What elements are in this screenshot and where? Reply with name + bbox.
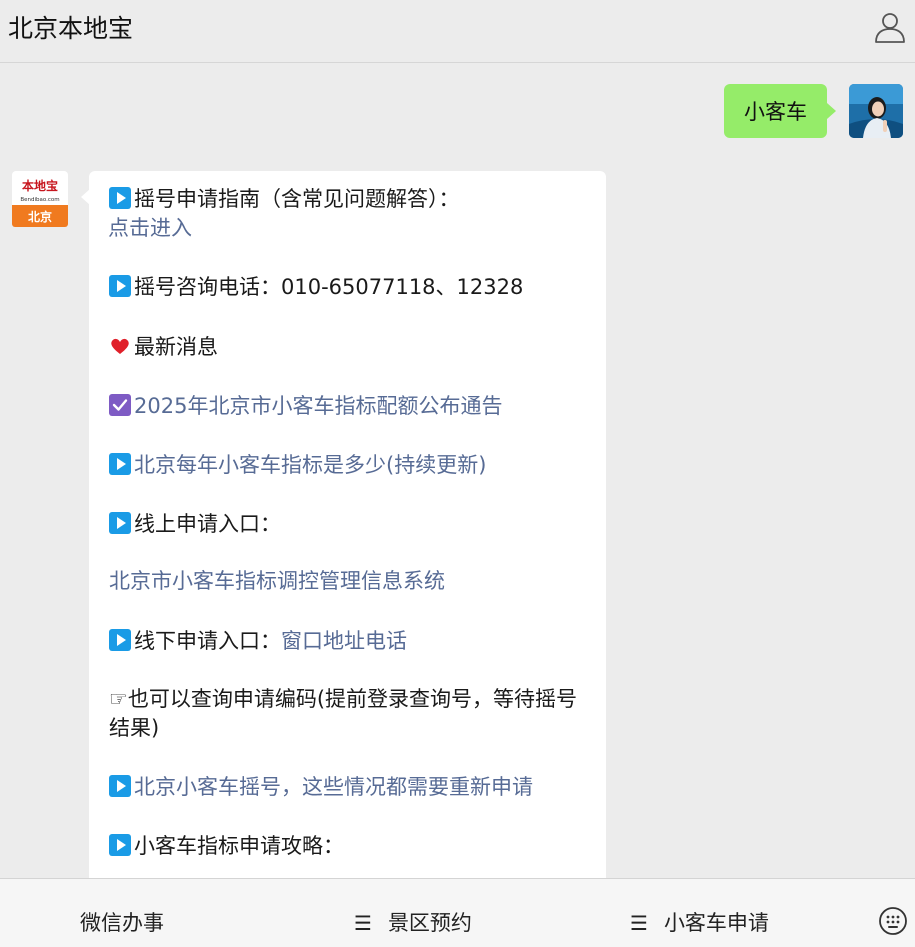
query-code-line: ☞也可以查询申请编码(提前登录查询号，等待摇号结果) bbox=[109, 687, 578, 740]
online-system-link[interactable]: 北京市小客车指标调控管理信息系统 bbox=[109, 569, 445, 593]
checkbox-icon bbox=[109, 394, 131, 416]
annual-quota-line: 北京每年小客车指标是多少(持续更新) bbox=[109, 451, 589, 480]
user-message-row: 小客车 bbox=[724, 84, 903, 138]
user-message-bubble[interactable]: 小客车 bbox=[724, 84, 836, 138]
menu-item-label: 微信办事 bbox=[80, 911, 164, 935]
online-entry-line: 线上申请入口： bbox=[109, 510, 589, 539]
logo-top-text: 本地宝 bbox=[22, 178, 58, 193]
online-entry-label: 线上申请入口： bbox=[134, 512, 281, 536]
bottom-menu-bar: 微信办事 ☰ 景区预约 ☰ 小客车申请 bbox=[0, 878, 915, 947]
play-icon bbox=[109, 275, 131, 297]
play-icon bbox=[109, 512, 131, 534]
play-icon bbox=[109, 453, 131, 475]
offline-entry-label: 线下申请入口： bbox=[134, 629, 281, 653]
reapply-link[interactable]: 北京小客车摇号，这些情况都需要重新申请 bbox=[134, 775, 533, 799]
account-title: 北京本地宝 bbox=[8, 14, 134, 43]
bot-avatar[interactable]: 本地宝 Bendibao.com 北京 bbox=[12, 171, 68, 227]
hotline-text: 摇号咨询电话：010-65077118、12328 bbox=[134, 275, 524, 299]
logo-city-text: 北京 bbox=[28, 209, 52, 224]
menu-item-wechat-services[interactable]: 微信办事 bbox=[80, 907, 164, 937]
strategy-text: 小客车指标申请攻略： bbox=[134, 834, 344, 858]
play-icon bbox=[109, 629, 131, 651]
quota-notice-line: 2025年北京市小客车指标配额公布通告 bbox=[109, 392, 589, 421]
profile-icon[interactable] bbox=[873, 10, 907, 44]
guide-line: 摇号申请指南（含常见问题解答）： 点击进入 bbox=[108, 185, 589, 243]
guide-link[interactable]: 点击进入 bbox=[108, 216, 192, 240]
hotline-line: 摇号咨询电话：010-65077118、12328 bbox=[109, 273, 589, 302]
menu-item-label: 景区预约 bbox=[387, 911, 472, 935]
online-system-line: 北京市小客车指标调控管理信息系统 bbox=[109, 567, 589, 596]
top-bar: 北京本地宝 bbox=[0, 0, 915, 63]
bot-reply-bubble: 摇号申请指南（含常见问题解答）： 点击进入 摇号咨询电话：010-6507711… bbox=[89, 171, 606, 931]
annual-quota-link[interactable]: 北京每年小客车指标是多少(持续更新) bbox=[134, 453, 486, 477]
menu-list-icon: ☰ bbox=[630, 911, 648, 935]
user-message-text: 小客车 bbox=[744, 100, 807, 124]
menu-item-scenic-booking[interactable]: ☰ 景区预约 bbox=[354, 907, 472, 937]
logo-domain-text: Bendibao.com bbox=[20, 197, 59, 203]
menu-item-label: 小客车申请 bbox=[663, 911, 769, 935]
play-icon bbox=[109, 834, 131, 856]
play-icon bbox=[109, 187, 131, 209]
menu-item-car-application[interactable]: ☰ 小客车申请 bbox=[630, 907, 769, 937]
keyboard-icon[interactable] bbox=[878, 906, 908, 936]
quota-notice-link[interactable]: 2025年北京市小客车指标配额公布通告 bbox=[134, 394, 502, 418]
offline-entry-line: 线下申请入口：窗口地址电话 bbox=[109, 627, 589, 656]
news-line: 最新消息 bbox=[109, 333, 589, 362]
reapply-line: 北京小客车摇号，这些情况都需要重新申请 bbox=[109, 773, 589, 802]
strategy-line: 小客车指标申请攻略： bbox=[109, 832, 589, 861]
play-icon bbox=[109, 775, 131, 797]
menu-list-icon: ☰ bbox=[354, 911, 372, 935]
guide-text: 摇号申请指南（含常见问题解答）： bbox=[134, 187, 460, 211]
heart-icon bbox=[111, 338, 129, 354]
news-heading: 最新消息 bbox=[134, 335, 218, 359]
user-avatar[interactable] bbox=[849, 84, 903, 138]
offline-link[interactable]: 窗口地址电话 bbox=[281, 629, 407, 653]
